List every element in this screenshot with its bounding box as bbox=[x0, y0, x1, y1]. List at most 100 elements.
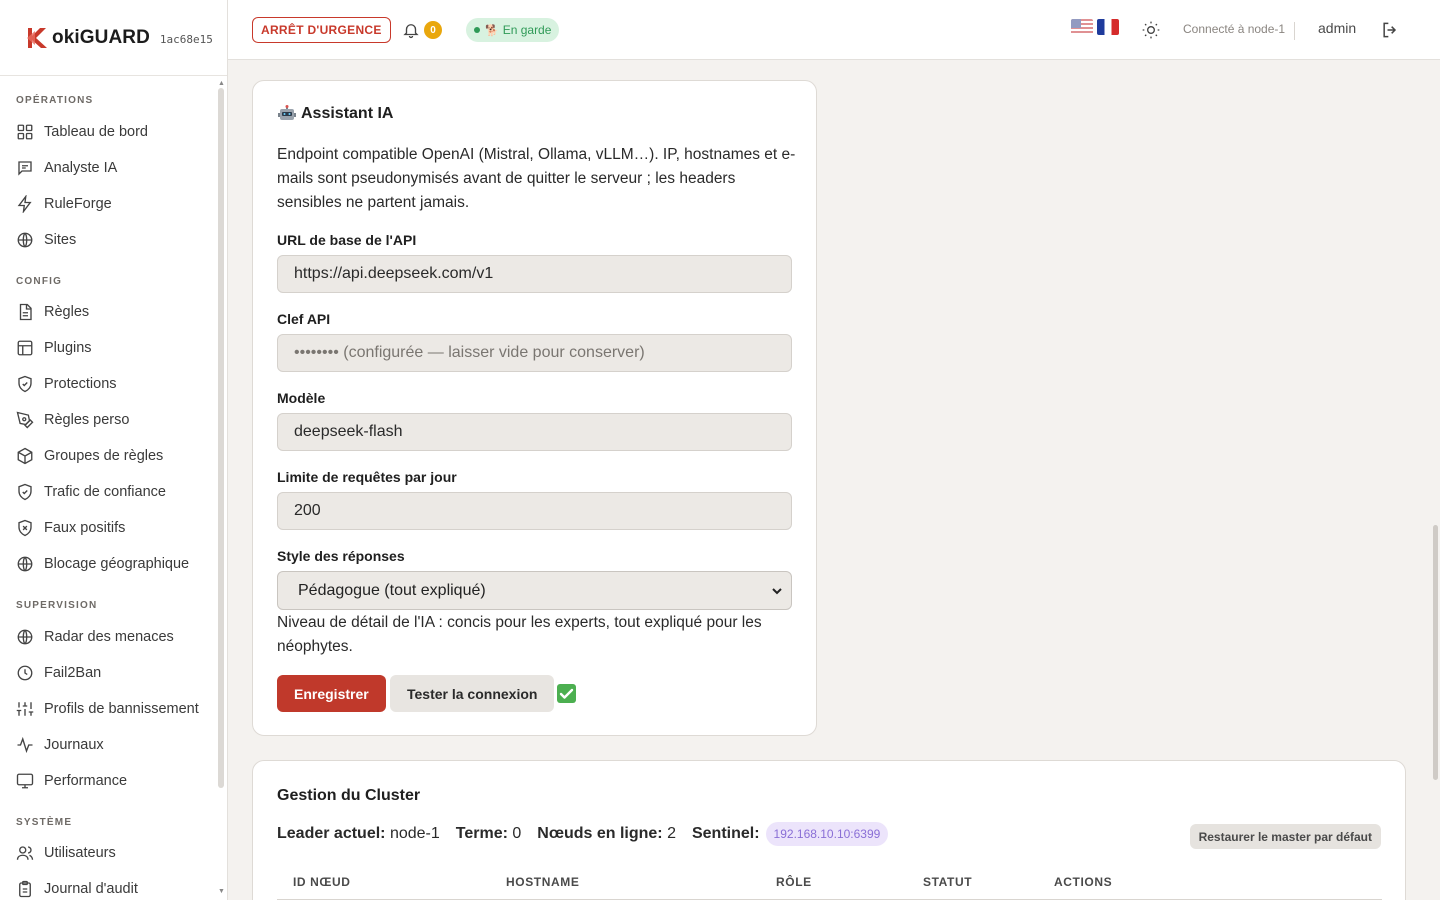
sidebar-item-threat-radar[interactable]: Radar des menaces bbox=[16, 625, 211, 649]
term-label: Terme: bbox=[455, 825, 508, 842]
sidebar-item-fail2ban[interactable]: Fail2Ban bbox=[16, 661, 211, 685]
bell-icon[interactable] bbox=[402, 20, 420, 40]
term-stat: Terme: 0 bbox=[456, 825, 522, 843]
sidebar-item-sites[interactable]: Sites bbox=[16, 228, 211, 252]
monitor-icon bbox=[16, 773, 34, 789]
leader-value: node-1 bbox=[389, 825, 440, 842]
guard-status-label: En garde bbox=[502, 23, 552, 37]
sidebar-item-label: Blocage géographique bbox=[44, 556, 190, 572]
sidebar-item-ruleforge[interactable]: RuleForge bbox=[16, 192, 211, 216]
emergency-stop-button[interactable]: ARRÊT D'URGENCE bbox=[252, 17, 391, 43]
page-scrollbar-thumb[interactable] bbox=[1433, 525, 1438, 780]
sidebar-item-logs[interactable]: Journaux bbox=[16, 733, 211, 757]
sidebar-item-label: Fail2Ban bbox=[44, 665, 102, 681]
column-header-role[interactable]: RÔLE bbox=[776, 875, 812, 889]
us-flag-icon[interactable] bbox=[1071, 19, 1093, 35]
api-key-input[interactable]: •••••••• (configurée — laisser vide pour… bbox=[277, 334, 792, 372]
column-header-node-id[interactable]: ID NŒUD bbox=[293, 875, 351, 889]
sidebar-item-rules[interactable]: Règles bbox=[16, 300, 211, 324]
sidebar-item-protections[interactable]: Protections bbox=[16, 372, 211, 396]
cluster-card: Gestion du Cluster Leader actuel: node-1… bbox=[252, 760, 1406, 900]
response-style-select[interactable]: Pédagogue (tout expliqué) bbox=[277, 571, 792, 610]
model-input[interactable]: deepseek-flash bbox=[277, 413, 792, 451]
restore-master-button[interactable]: Restaurer le master par défaut bbox=[1189, 824, 1381, 849]
leader-label: Leader actuel: bbox=[277, 825, 386, 842]
sidebar-scrollbar[interactable] bbox=[218, 88, 224, 788]
sidebar-item-label: Plugins bbox=[44, 340, 92, 356]
column-header-hostname[interactable]: HOSTNAME bbox=[506, 875, 579, 889]
response-style-value: Pédagogue (tout expliqué) bbox=[298, 581, 486, 599]
daily-limit-input[interactable]: 200 bbox=[277, 492, 792, 530]
sidebar-item-trusted-traffic[interactable]: Trafic de confiance bbox=[16, 480, 211, 504]
sidebar-item-label: Analyste IA bbox=[44, 160, 118, 176]
robot-icon bbox=[278, 105, 296, 120]
daily-limit-label: Limite de requêtes par jour bbox=[277, 469, 457, 485]
user-name[interactable]: admin bbox=[1318, 20, 1356, 36]
sidebar-item-label: Profils de bannissement bbox=[44, 701, 199, 717]
connected-node-label: Connecté à node-1 bbox=[1183, 22, 1296, 40]
chevron-down-icon bbox=[772, 588, 782, 595]
build-hash: 1ac68e15 bbox=[159, 33, 213, 46]
term-value: 0 bbox=[512, 825, 522, 842]
cluster-stats: Leader actuel: node-1 Terme: 0 Nœuds en … bbox=[277, 822, 904, 846]
shield-check-icon bbox=[18, 483, 32, 501]
column-header-actions[interactable]: ACTIONS bbox=[1054, 875, 1112, 889]
sidebar-item-performance[interactable]: Performance bbox=[16, 769, 211, 793]
sidebar-item-label: Groupes de règles bbox=[44, 448, 164, 464]
sidebar-item-rule-groups[interactable]: Groupes de règles bbox=[16, 444, 211, 468]
sidebar-item-geo-blocking[interactable]: Blocage géographique bbox=[16, 552, 211, 576]
logout-icon[interactable] bbox=[1380, 20, 1400, 40]
sidebar-item-dashboard[interactable]: Tableau de bord bbox=[16, 120, 211, 144]
sidebar-item-custom-rules[interactable]: Règles perso bbox=[16, 408, 211, 432]
dog-icon: 🐕 bbox=[485, 24, 499, 37]
card-title: Assistant IA bbox=[277, 105, 393, 123]
sidebar-scroll-down-icon[interactable]: ▼ bbox=[218, 888, 225, 895]
globe-icon bbox=[17, 629, 33, 645]
sentinel-label: Sentinel: bbox=[691, 825, 760, 842]
status-dot bbox=[474, 27, 480, 33]
sidebar: okiGUARD 1ac68e15 OPÉRATIONS Tableau de … bbox=[0, 0, 228, 900]
sidebar-item-plugins[interactable]: Plugins bbox=[16, 336, 211, 360]
sidebar-scroll-up-icon[interactable]: ▲ bbox=[218, 80, 225, 87]
chat-icon bbox=[18, 161, 32, 176]
guard-status-badge: 🐕 En garde bbox=[466, 18, 560, 42]
sidebar-item-label: Protections bbox=[44, 376, 117, 392]
activity-icon bbox=[17, 736, 33, 754]
save-button[interactable]: Enregistrer bbox=[277, 675, 386, 712]
section-title-system: SYSTÈME bbox=[16, 817, 73, 828]
sun-icon[interactable] bbox=[1141, 20, 1161, 40]
fr-flag-icon[interactable] bbox=[1097, 19, 1119, 35]
column-header-status[interactable]: STATUT bbox=[923, 875, 972, 889]
test-connection-button[interactable]: Tester la connexion bbox=[390, 675, 555, 712]
brand[interactable]: okiGUARD 1ac68e15 bbox=[0, 0, 227, 76]
file-icon bbox=[19, 303, 32, 321]
package-icon bbox=[17, 447, 33, 465]
sidebar-item-label: Radar des menaces bbox=[44, 629, 174, 645]
sidebar-item-users[interactable]: Utilisateurs bbox=[16, 841, 211, 865]
model-label: Modèle bbox=[277, 390, 326, 406]
api-url-input[interactable]: https://api.deepseek.com/v1 bbox=[277, 255, 792, 293]
globe-icon bbox=[17, 556, 33, 572]
sidebar-item-audit-log[interactable]: Journal d'audit bbox=[16, 877, 211, 900]
sidebar-item-label: Trafic de confiance bbox=[44, 484, 166, 500]
sidebar-item-ban-profiles[interactable]: Profils de bannissement bbox=[16, 697, 211, 721]
brand-name: okiGUARD bbox=[52, 26, 150, 48]
sliders-icon bbox=[16, 702, 34, 716]
logo-icon bbox=[27, 27, 47, 48]
sidebar-item-label: Sites bbox=[44, 232, 77, 248]
users-icon bbox=[16, 846, 34, 860]
sentinel-stat: Sentinel: 192.168.10.10:6399 bbox=[691, 822, 889, 846]
sidebar-item-label: Règles perso bbox=[44, 412, 130, 428]
clock-icon bbox=[17, 665, 33, 681]
section-title-supervision: SUPERVISION bbox=[16, 600, 98, 611]
response-style-help: Niveau de détail de l'IA : concis pour l… bbox=[277, 614, 762, 655]
sidebar-item-label: RuleForge bbox=[44, 196, 112, 212]
section-title-operations: OPÉRATIONS bbox=[16, 95, 94, 106]
sidebar-item-false-positives[interactable]: Faux positifs bbox=[16, 516, 211, 540]
bolt-icon bbox=[17, 195, 32, 213]
sidebar-item-label: Performance bbox=[44, 773, 128, 789]
sidebar-item-ai-analyst[interactable]: Analyste IA bbox=[16, 156, 211, 180]
response-style-label: Style des réponses bbox=[277, 548, 405, 564]
cluster-title: Gestion du Cluster bbox=[277, 787, 421, 804]
sentinel-address-badge: 192.168.10.10:6399 bbox=[765, 822, 889, 846]
